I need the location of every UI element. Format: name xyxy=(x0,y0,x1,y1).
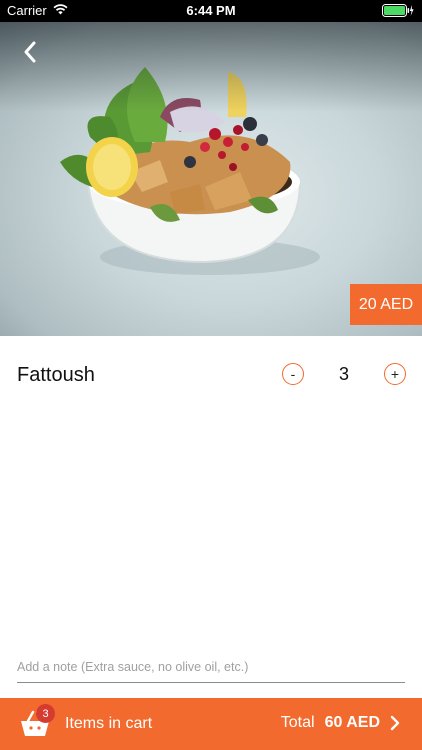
status-bar: Carrier 6:44 PM xyxy=(0,0,422,22)
status-time: 6:44 PM xyxy=(186,3,236,18)
total-label: Total xyxy=(280,714,315,731)
item-photo: 20 AED xyxy=(0,22,422,336)
cart-count-badge: 3 xyxy=(36,704,55,723)
chevron-left-icon xyxy=(24,41,36,63)
quantity-value: 3 xyxy=(338,363,349,384)
item-header: Fattoush - 3 + xyxy=(0,336,422,416)
back-button[interactable] xyxy=(14,36,46,68)
total-value: 60 AED xyxy=(324,714,380,731)
cart-label: Items in cart xyxy=(65,715,153,732)
note-input[interactable] xyxy=(17,652,405,682)
increment-button[interactable]: + xyxy=(384,363,406,385)
note-field-container xyxy=(17,652,405,683)
cart-total: Total 60 AED xyxy=(281,714,400,732)
hero-top-shade xyxy=(0,22,422,112)
product-detail-screen: Carrier 6:44 PM 20 AED Fattoush - 3 + Ad… xyxy=(0,0,422,750)
price-badge: 20 AED xyxy=(350,284,422,325)
battery-icon xyxy=(382,4,414,17)
decrement-button[interactable]: - xyxy=(282,363,304,385)
cart-bar[interactable]: 3 Items in cart Total 60 AED xyxy=(0,698,422,750)
quantity-stepper: - 3 + xyxy=(282,363,406,385)
chevron-right-icon xyxy=(390,715,400,731)
item-title: Fattoush xyxy=(17,364,95,386)
